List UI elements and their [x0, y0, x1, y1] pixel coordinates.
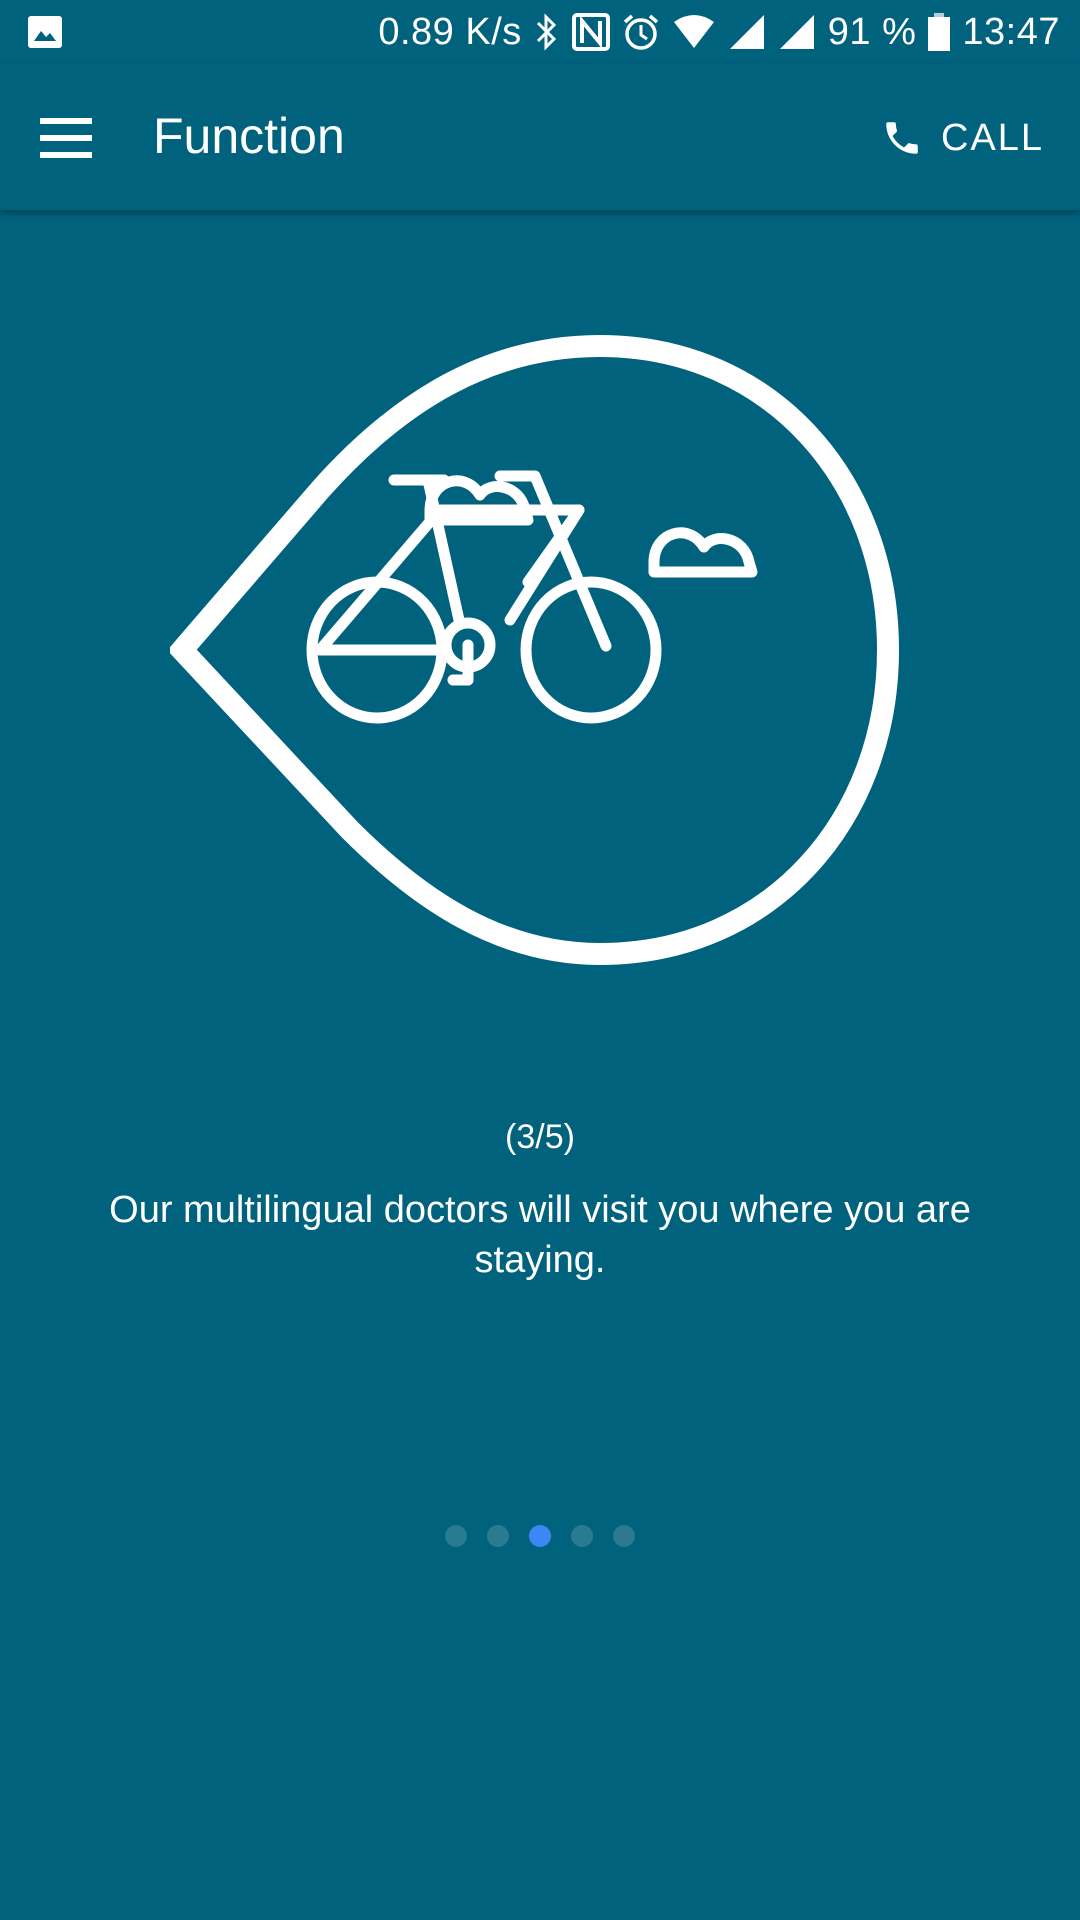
pager-dot-5[interactable]	[613, 1525, 635, 1547]
pager-dot-4[interactable]	[571, 1525, 593, 1547]
call-button[interactable]: CALL	[881, 108, 1044, 168]
pager-dot-3[interactable]	[529, 1525, 551, 1547]
signal-icon	[729, 15, 764, 49]
network-speed: 0.89 K/s	[378, 10, 522, 53]
slide-description: Our multilingual doctors will visit you …	[109, 1189, 971, 1281]
bicycle-icon	[306, 470, 662, 724]
bicycle-in-drop-pin-illustration	[170, 334, 900, 966]
clock: 13:47	[962, 10, 1060, 53]
battery-percent: 91 %	[827, 10, 917, 53]
call-label: CALL	[940, 116, 1044, 159]
bluetooth-icon	[536, 13, 556, 51]
battery-icon	[928, 13, 951, 51]
pager-indicator	[0, 1525, 1080, 1547]
hamburger-menu-icon[interactable]	[40, 118, 92, 158]
pager-dot-1[interactable]	[445, 1525, 467, 1547]
pager-dot-2[interactable]	[487, 1525, 509, 1547]
page-title: Function	[153, 108, 345, 164]
cloud-icon	[648, 527, 758, 578]
wifi-icon	[673, 15, 714, 48]
app-bar: Function CALL	[0, 64, 1080, 210]
phone-icon	[886, 122, 918, 154]
status-bar: 0.89 K/s 91 % 13:47	[0, 0, 1080, 64]
image-notification-icon	[28, 16, 62, 53]
nfc-icon	[571, 13, 610, 51]
alarm-icon	[623, 14, 658, 50]
slide-counter: (3/5)	[505, 1118, 575, 1156]
drop-pin-outline-icon	[170, 334, 900, 966]
signal-icon	[779, 15, 814, 49]
